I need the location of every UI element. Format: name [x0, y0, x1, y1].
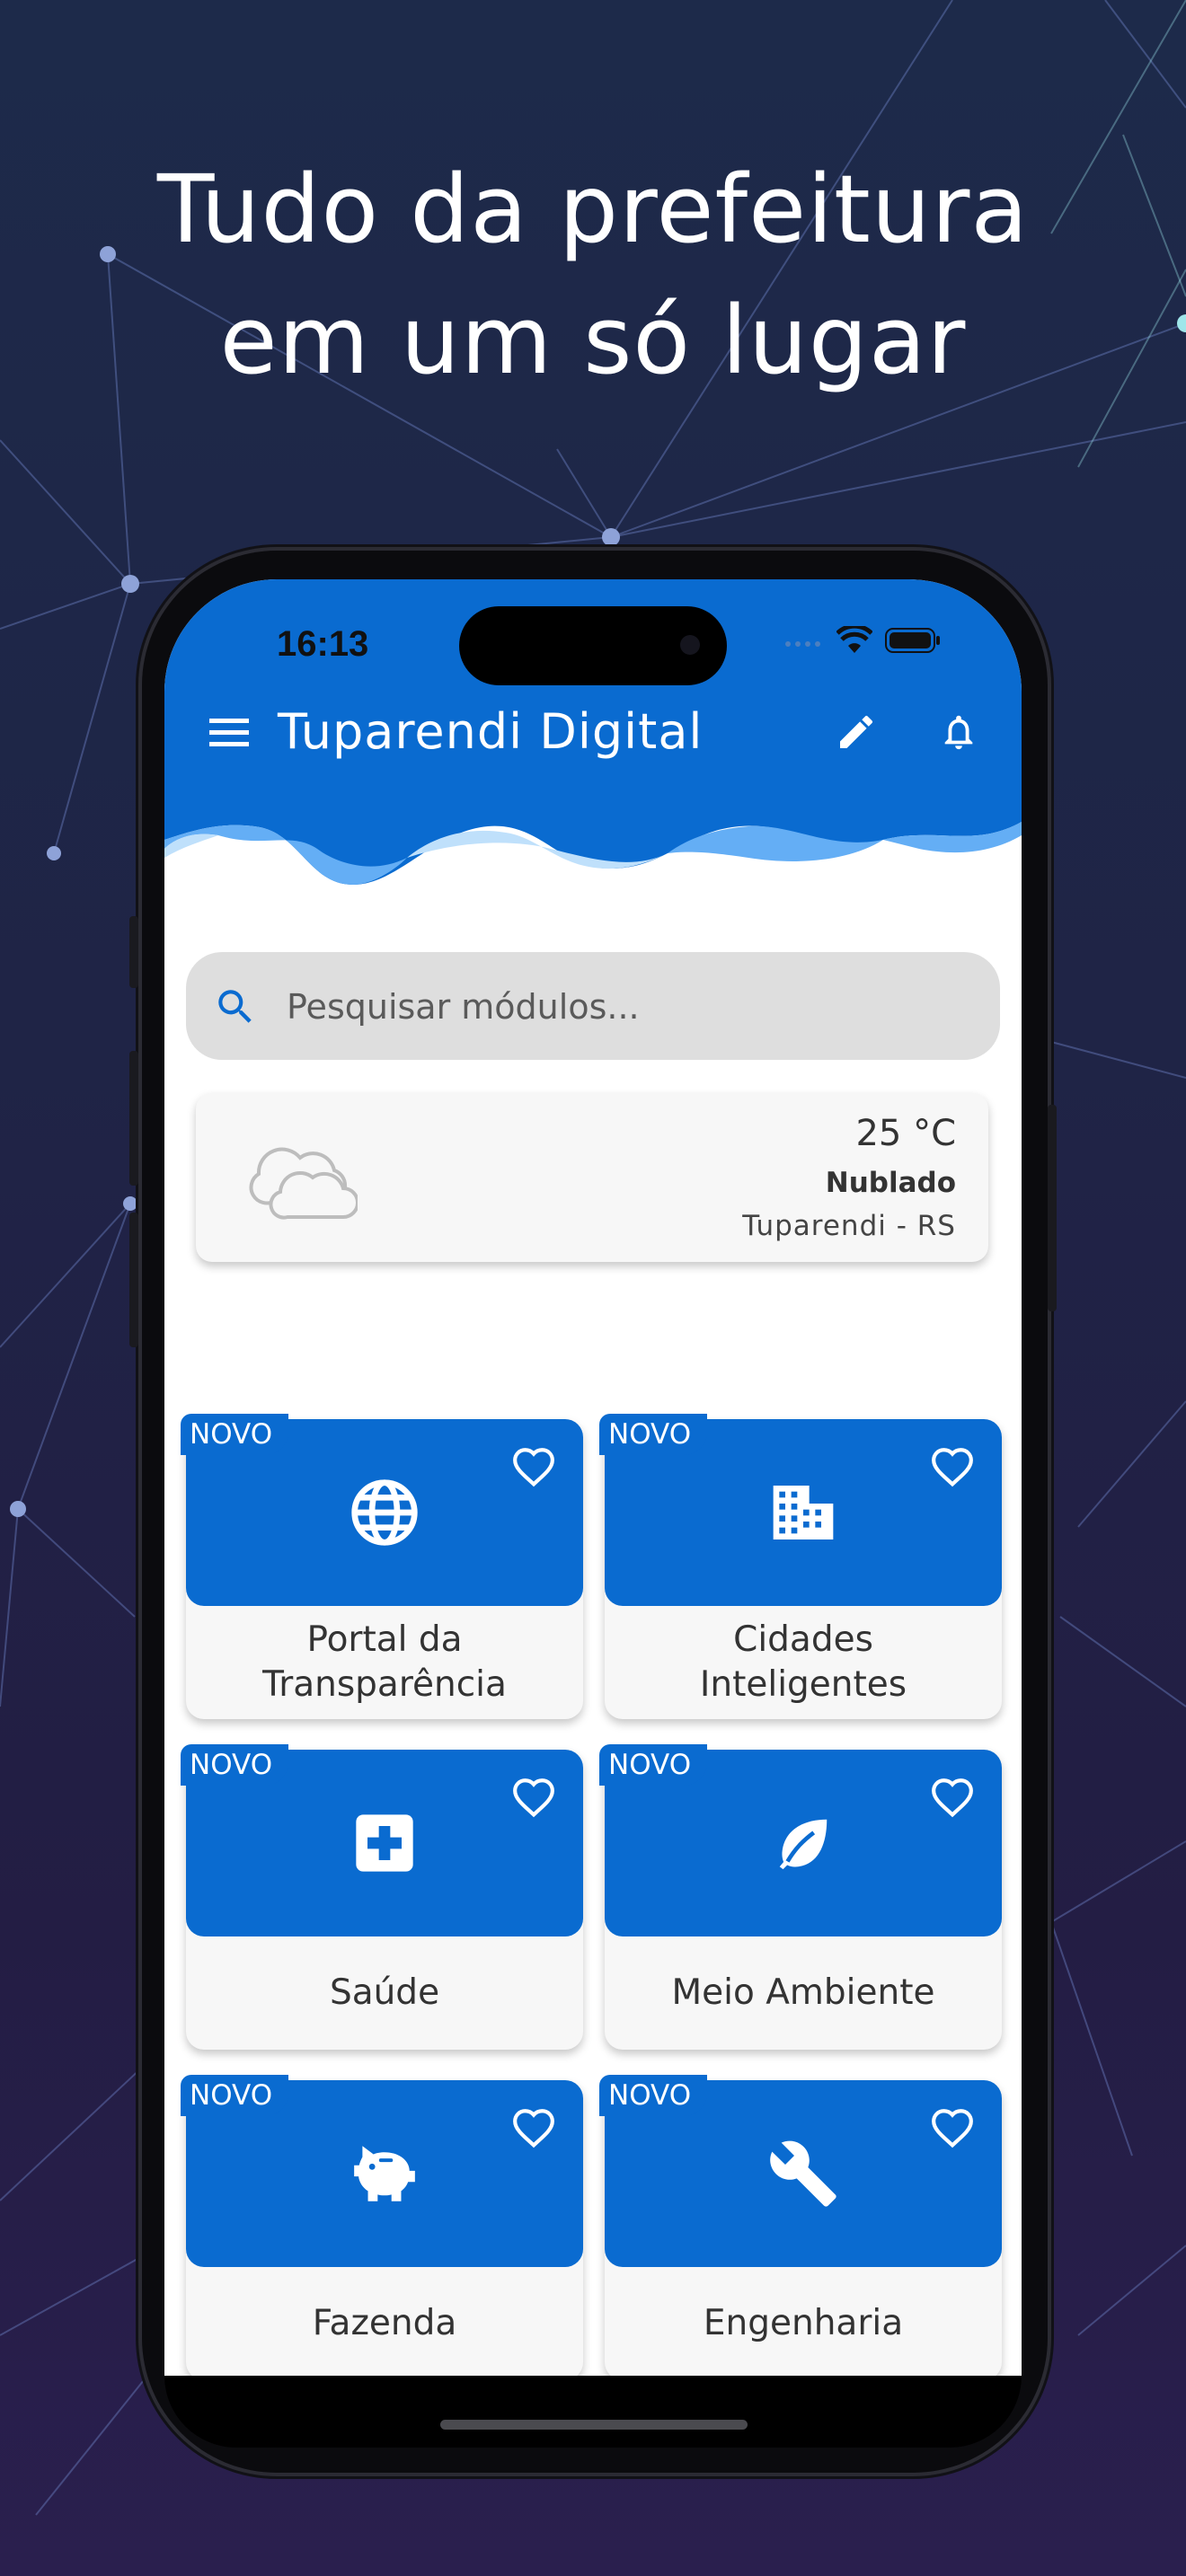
phone-side-button [129, 916, 138, 988]
weather-location: Tuparendi - RS [742, 1210, 956, 1242]
battery-icon [885, 628, 940, 653]
search-bar[interactable] [186, 952, 1000, 1060]
module-label: Saúde [329, 1972, 440, 2013]
building-icon [767, 1477, 839, 1548]
new-badge: NOVO [599, 1744, 708, 1786]
module-card-meio-ambiente[interactable]: NOVO Meio Ambiente [599, 1744, 1002, 2050]
phone-screen: 16:13 Tuparendi Digital Pesquisar módulo… [164, 579, 1022, 2376]
home-indicator-area [164, 2376, 1022, 2448]
module-card-fazenda[interactable]: NOVO Fazenda [181, 2075, 583, 2376]
new-badge: NOVO [181, 1744, 289, 1786]
new-badge: NOVO [599, 1414, 708, 1455]
headline: Tudo da prefeitura em um só lugar [0, 144, 1186, 406]
favorite-heart-icon[interactable] [930, 1446, 975, 1487]
headline-line-1: Tudo da prefeitura [156, 154, 1030, 264]
favorite-heart-icon[interactable] [930, 2107, 975, 2148]
module-card-engenharia[interactable]: NOVO Engenharia [599, 2075, 1002, 2376]
wifi-icon [836, 626, 872, 653]
weather-condition: Nublado [825, 1167, 956, 1199]
search-input[interactable] [285, 979, 971, 1035]
status-time: 16:13 [277, 624, 369, 664]
headline-line-2: em um só lugar [219, 286, 967, 395]
cellular-signal-icon [785, 641, 820, 647]
globe-icon [349, 1477, 420, 1548]
wrench-icon [767, 2138, 839, 2210]
new-badge: NOVO [181, 1414, 289, 1455]
medical-cross-icon [349, 1807, 420, 1879]
phone-side-button [1048, 1105, 1057, 1311]
cloud-icon [249, 1147, 358, 1220]
weather-card[interactable]: 25 °C Nublado Tuparendi - RS [196, 1093, 988, 1262]
edit-button[interactable] [829, 705, 883, 759]
front-camera [680, 635, 700, 655]
module-label: Cidades Inteligentes [699, 1619, 907, 1705]
menu-button[interactable] [202, 705, 256, 759]
menu-icon [209, 719, 249, 746]
module-label: Portal da Transparência [262, 1619, 507, 1705]
module-card-cidades-inteligentes[interactable]: NOVO Cidades Inteligentes [599, 1414, 1002, 1719]
module-card-saude[interactable]: NOVO Saúde [181, 1744, 583, 2050]
home-indicator[interactable] [440, 2420, 748, 2430]
new-badge: NOVO [599, 2075, 708, 2116]
header-wave-decoration [164, 786, 1022, 885]
weather-temperature: 25 °C [855, 1113, 956, 1154]
notifications-button[interactable] [932, 705, 986, 759]
pencil-icon [840, 715, 873, 748]
piggy-bank-icon [349, 2138, 420, 2210]
status-icons [784, 626, 941, 655]
search-icon [218, 990, 252, 1023]
leaf-icon [767, 1807, 839, 1879]
favorite-heart-icon[interactable] [930, 1777, 975, 1818]
module-label: Engenharia [703, 2303, 904, 2343]
phone-side-button [129, 1051, 138, 1186]
favorite-heart-icon[interactable] [511, 1446, 556, 1487]
module-label: Meio Ambiente [671, 1972, 935, 2013]
module-label: Fazenda [312, 2303, 457, 2343]
favorite-heart-icon[interactable] [511, 1777, 556, 1818]
phone-side-button [129, 1213, 138, 1347]
module-card-portal-transparencia[interactable]: NOVO Portal da Transparência [181, 1414, 583, 1719]
new-badge: NOVO [181, 2075, 289, 2116]
favorite-heart-icon[interactable] [511, 2107, 556, 2148]
bell-icon [944, 715, 973, 750]
app-title: Tuparendi Digital [278, 703, 704, 760]
